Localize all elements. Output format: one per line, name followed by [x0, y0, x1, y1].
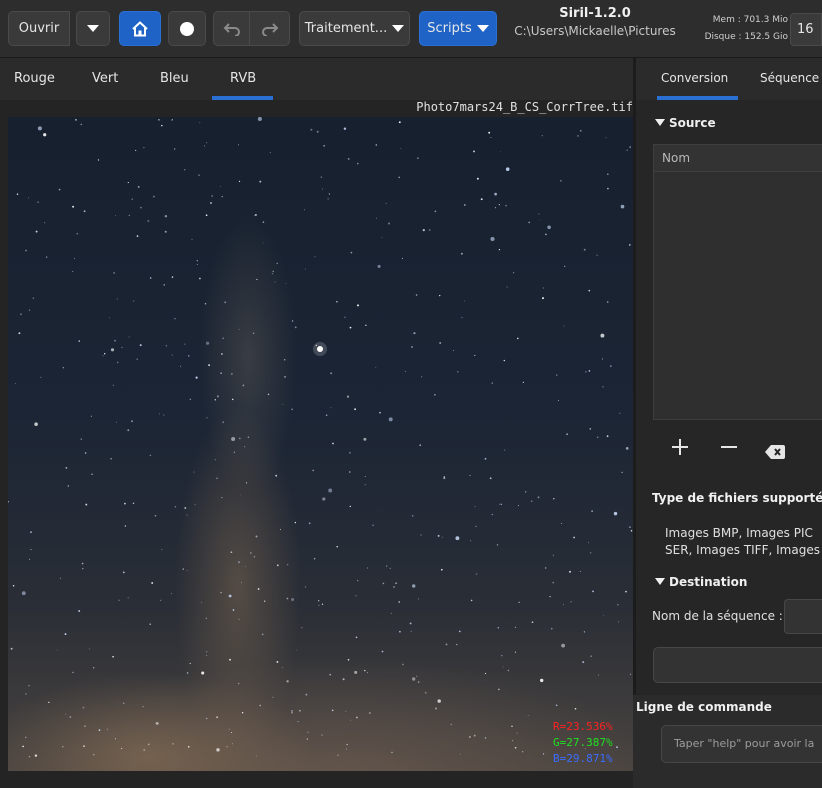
sequence-name-label: Nom de la séquence : [652, 609, 783, 623]
expander-down-icon [655, 578, 665, 585]
destination-section-header[interactable]: Destination [655, 575, 747, 589]
viewport-bottom-bar [0, 771, 636, 788]
source-file-list[interactable]: Nom [653, 144, 822, 420]
expander-down-icon [655, 119, 665, 126]
resource-status: Mem : 701.3 Mio Disque : 152.5 Gio [700, 12, 788, 46]
tab-rgb[interactable]: RVB [230, 71, 256, 86]
processing-menu-button[interactable]: Traitement... [299, 11, 410, 46]
source-label: Source [669, 116, 716, 130]
processing-menu-label: Traitement... [304, 21, 388, 36]
source-section-header[interactable]: Source [655, 116, 716, 130]
window-title-block: Siril-1.2.0 C:\Users\Mickaelle\Pictures [510, 6, 680, 38]
disk-space: Disque : 152.5 Gio [704, 32, 788, 42]
chevron-down-icon [392, 25, 405, 32]
command-input-placeholder: Taper "help" pour avoir la [674, 737, 815, 750]
channel-tabs: Rouge Vert Bleu RVB [0, 58, 636, 100]
open-button[interactable]: Ouvrir [8, 11, 70, 46]
header-toolbar: Ouvrir Traitement... Scripts Siril-1.2.0 [0, 0, 822, 58]
backspace-icon [765, 445, 785, 459]
clear-list-button[interactable] [765, 440, 785, 465]
undo-button[interactable] [213, 11, 250, 46]
red-value: R=23.536% [553, 720, 613, 733]
threads-spinbox[interactable]: 16 [790, 13, 822, 46]
tab-green[interactable]: Vert [92, 71, 118, 86]
scripts-menu-label: Scripts [427, 21, 472, 36]
supported-types-text: Images BMP, Images PIC SER, Images TIFF,… [665, 525, 820, 559]
command-input[interactable]: Taper "help" pour avoir la [661, 725, 822, 763]
plus-icon [672, 439, 688, 455]
sequence-name-input[interactable] [784, 599, 822, 634]
memory-usage: Mem : 701.3 Mio [712, 15, 788, 25]
record-icon [180, 21, 194, 36]
livestack-button[interactable] [168, 11, 206, 46]
supported-types-line-1: Images BMP, Images PIC [665, 526, 813, 540]
remove-files-button[interactable] [719, 437, 739, 463]
chevron-down-icon [87, 25, 99, 32]
viewport-left-margin [0, 117, 8, 771]
redo-icon [261, 22, 278, 36]
add-files-button[interactable] [670, 437, 690, 463]
blue-value: B=29.871% [553, 752, 613, 765]
chevron-down-icon [476, 25, 489, 32]
home-button[interactable] [119, 11, 161, 46]
supported-types-label: Type de fichiers supportés : [652, 491, 822, 505]
working-directory-path: C:\Users\Mickaelle\Pictures [514, 24, 676, 38]
minus-icon [721, 446, 737, 448]
convert-button[interactable] [653, 647, 822, 683]
image-filename: Photo7mars24_B_CS_CorrTree.tif [0, 100, 636, 117]
destination-label: Destination [669, 575, 748, 589]
threads-value: 16 [797, 22, 814, 37]
star-field [8, 117, 633, 758]
undo-icon [223, 22, 240, 36]
open-recent-dropdown-button[interactable] [76, 11, 110, 46]
home-icon [132, 20, 148, 36]
tab-blue[interactable]: Bleu [160, 71, 189, 86]
tab-sequence[interactable]: Séquence [760, 71, 819, 85]
supported-types-line-2: SER, Images TIFF, Images [665, 543, 820, 557]
image-viewport[interactable] [8, 117, 633, 771]
green-value: G=27.387% [553, 736, 613, 749]
column-header-name[interactable]: Nom [654, 145, 822, 172]
redo-button[interactable] [250, 11, 290, 46]
app-title: Siril-1.2.0 [559, 6, 631, 21]
pixel-value-readout: R=23.536% G=27.387% B=29.871% [553, 719, 613, 767]
open-button-label: Ouvrir [18, 21, 60, 36]
command-line-label: Ligne de commande [636, 700, 772, 714]
tab-conversion[interactable]: Conversion [661, 71, 728, 85]
tab-red[interactable]: Rouge [14, 71, 55, 86]
scripts-menu-button[interactable]: Scripts [419, 11, 497, 46]
